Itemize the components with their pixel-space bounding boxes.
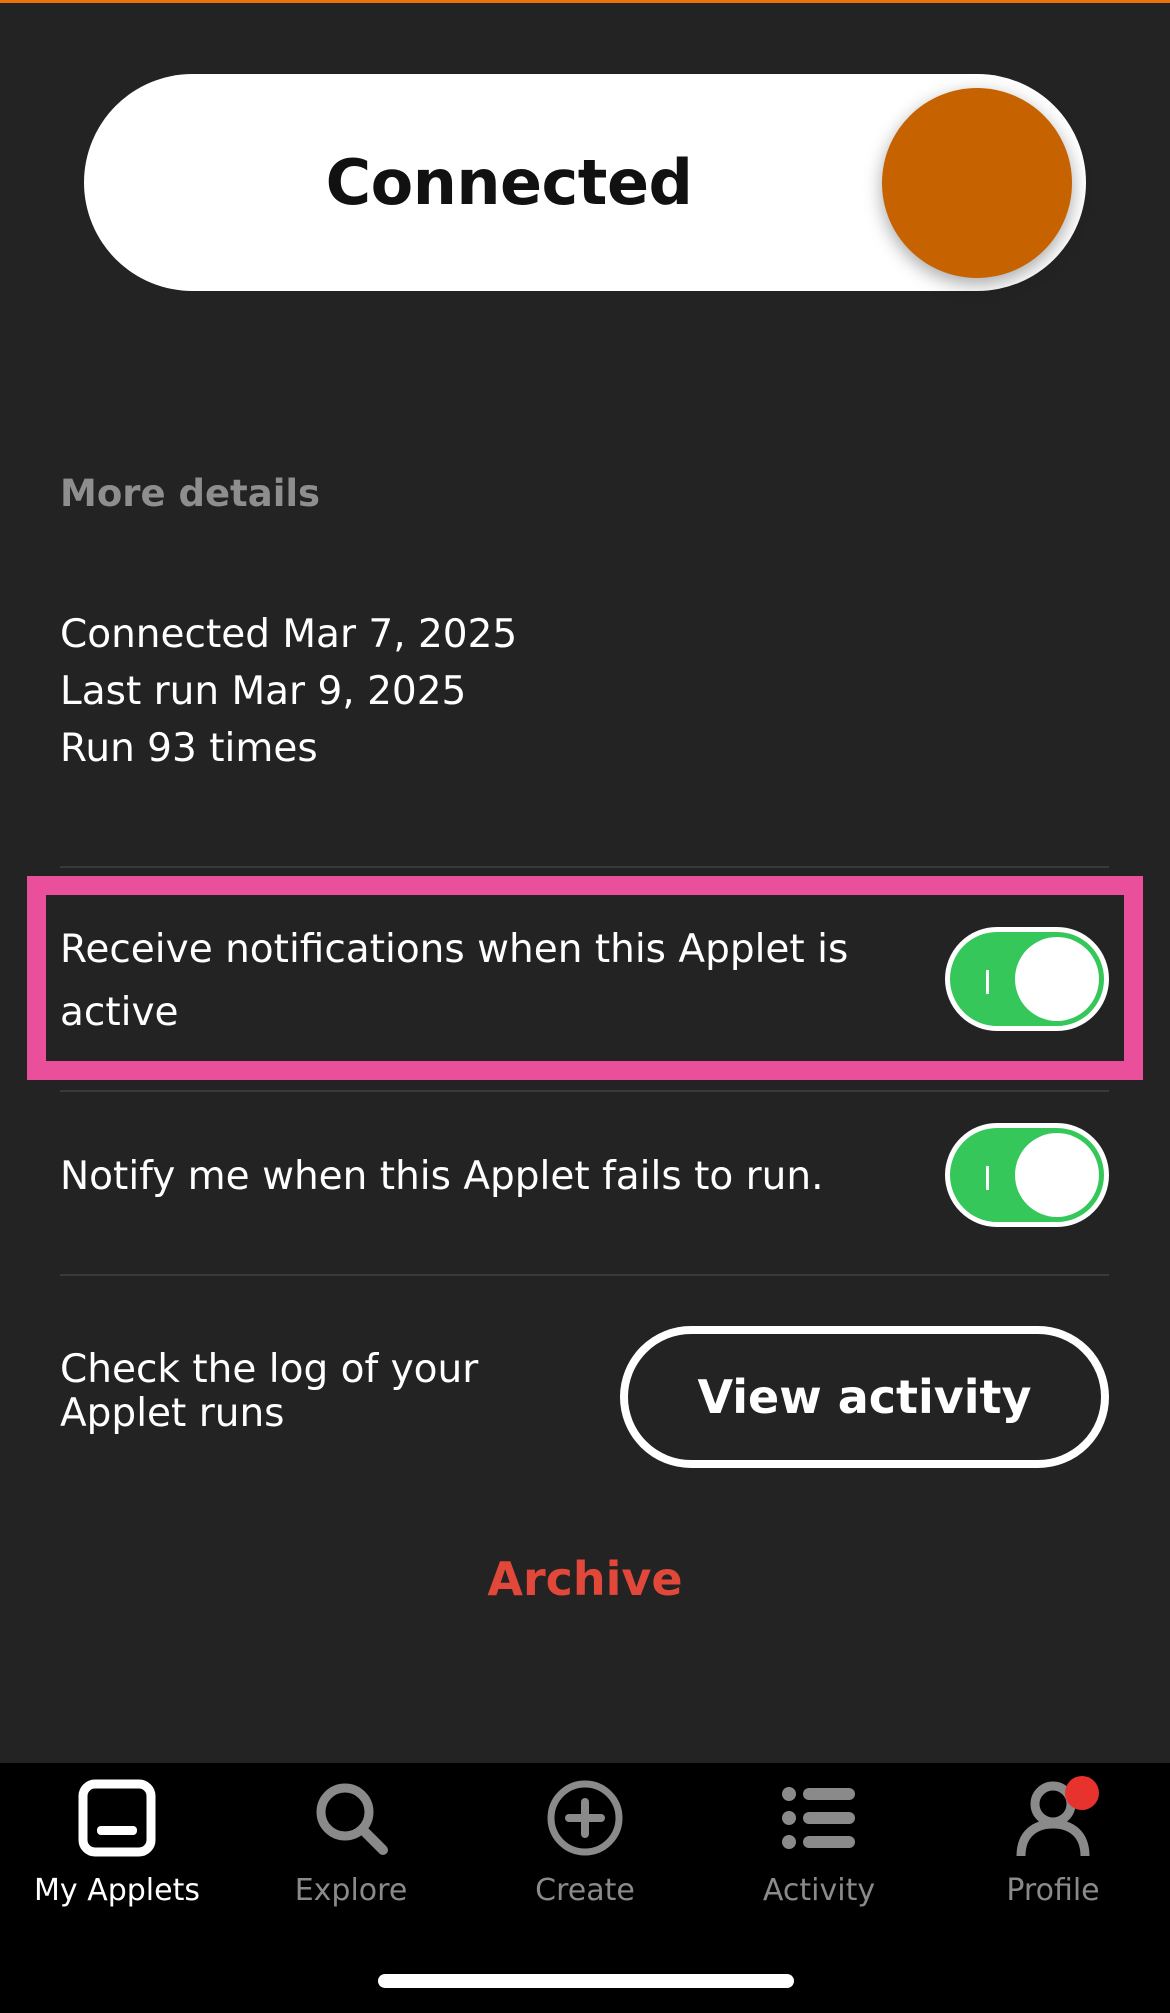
tab-activity[interactable]: Activity [702,1763,936,1923]
notify-failure-toggle[interactable] [945,1123,1109,1227]
toggle-on-mark [986,1166,989,1190]
home-indicator[interactable] [378,1974,794,1988]
tab-label: My Applets [34,1873,200,1908]
notification-badge [1065,1776,1099,1810]
more-details-heading: More details [60,472,321,515]
toggle-knob [1015,937,1099,1021]
notify-active-toggle[interactable] [945,927,1109,1031]
run-count: Run 93 times [60,726,318,771]
divider [60,866,1109,868]
last-run-date: Last run Mar 9, 2025 [60,669,467,714]
connection-status-label: Connected [325,146,693,219]
tab-explore[interactable]: Explore [234,1763,468,1923]
tab-label: Activity [762,1873,876,1908]
divider [60,1090,1109,1092]
notify-active-label: Receive notifications when this Applet i… [60,927,849,1035]
connected-date: Connected Mar 7, 2025 [60,612,518,657]
top-accent-line [0,0,1170,3]
view-activity-button[interactable]: View activity [620,1326,1109,1468]
notify-failure-label: Notify me when this Applet fails to run. [60,1154,824,1199]
connection-toggle-knob[interactable] [882,88,1072,278]
applet-details: Connected Mar 7, 2025 Last run Mar 9, 20… [60,606,517,777]
connection-toggle[interactable]: Connected [84,74,1086,291]
tab-my-applets[interactable]: My Applets [0,1763,234,1923]
list-icon [782,1787,855,1849]
activity-log-description: Check the log of your Applet runs [60,1347,479,1436]
tab-label: Profile [1006,1873,1100,1908]
tab-label: Create [535,1873,635,1908]
toggle-on-mark [986,970,989,994]
toggle-knob [1015,1133,1099,1217]
archive-button[interactable]: Archive [0,1552,1170,1606]
tab-label: Explore [294,1873,408,1908]
divider [60,1274,1109,1276]
tab-profile[interactable]: Profile [936,1763,1170,1923]
tab-create[interactable]: Create [468,1763,702,1923]
search-icon [316,1783,388,1855]
plus-circle-icon [547,1780,623,1856]
my-applets-icon [78,1779,156,1857]
